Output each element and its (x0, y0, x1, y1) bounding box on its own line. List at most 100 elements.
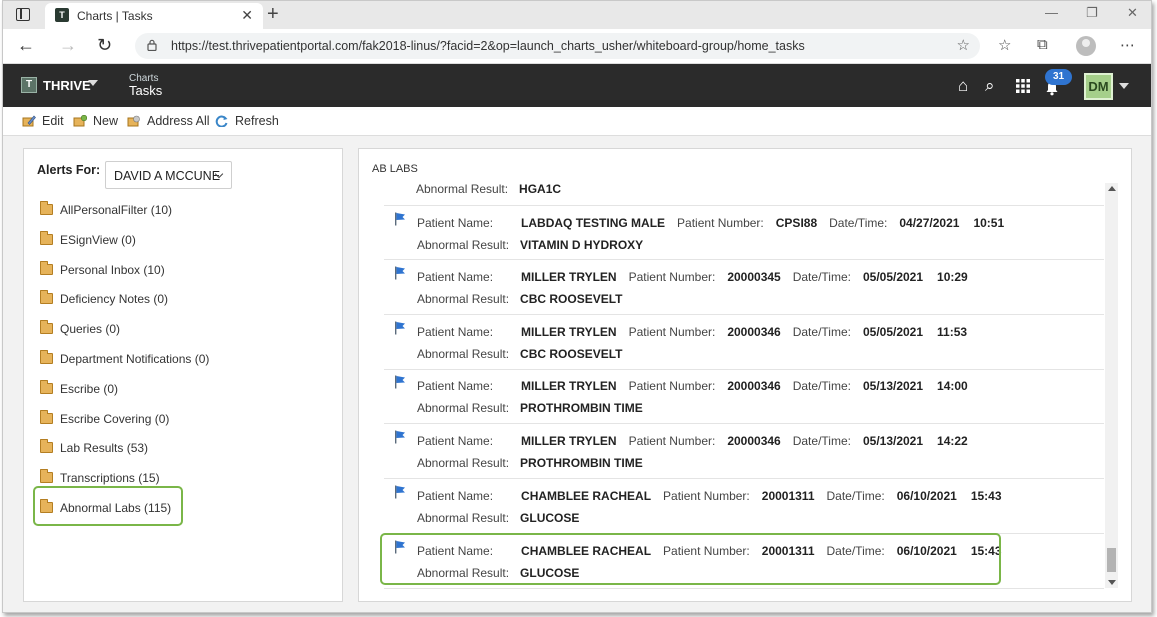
folder-label: Queries (0) (60, 322, 121, 337)
patient-name-label: Patient Name: (417, 324, 494, 339)
home-icon[interactable]: ⌂ (958, 76, 968, 96)
abnormal-result-value: HGA1C (519, 182, 562, 196)
folder-label: Escribe Covering (0) (60, 411, 170, 426)
add-favorite-icon[interactable]: ☆ (957, 36, 970, 54)
user-avatar[interactable]: DM (1084, 73, 1113, 100)
restore-icon[interactable]: ❐ (1086, 5, 1098, 21)
record-line-1: Patient Name: MILLER TRYLEN Patient Number… (417, 270, 968, 284)
scrollbar[interactable] (1105, 183, 1118, 588)
refresh-icon (215, 115, 228, 127)
alerts-panel: Alerts For: DAVID A MCCUNE AllPersonalFi… (23, 148, 343, 602)
user-select[interactable]: DAVID A MCCUNE (105, 161, 232, 189)
back-icon[interactable]: ← (17, 35, 35, 55)
patient-number: 20001311 (761, 489, 815, 503)
folder-label: Deficiency Notes (0) (60, 292, 169, 307)
patient-name-label: Patient Name: (417, 216, 494, 230)
abnormal-result-label: Abnormal Result: (417, 401, 510, 416)
address-all-button[interactable]: Address All (127, 114, 210, 128)
edit-icon (22, 115, 36, 127)
abnormal-result-value: CBC ROOSEVELT (520, 346, 623, 361)
record-time: 15:43 (970, 489, 1002, 503)
apps-grid-icon[interactable] (1016, 79, 1030, 93)
folder-icon (40, 379, 53, 394)
refresh-button[interactable]: Refresh (215, 114, 279, 128)
brand-name[interactable]: THRIVE (43, 78, 91, 93)
table-row[interactable]: Patient Name: MILLER TRYLEN Patient Number… (384, 315, 1104, 370)
folder-icon (40, 320, 53, 335)
refresh-label: Refresh (235, 114, 279, 128)
folder-icon (40, 260, 53, 275)
folder-label: ESignView (0) (60, 232, 136, 247)
table-row[interactable]: Patient Name: LABDAQ TESTING MALE Patient … (384, 205, 1104, 260)
patient-number-label: Patient Number: (628, 269, 716, 284)
new-tab-icon[interactable]: + (267, 3, 279, 25)
address-bar[interactable]: https://test.thrivepatientportal.com/fak… (135, 33, 980, 59)
record-line-2: Abnormal Result: GLUCOSE (417, 511, 579, 525)
record-line-2: Abnormal Result: PROTHROMBIN TIME (417, 401, 643, 415)
folder-label: Lab Results (53) (60, 441, 149, 456)
flag-icon[interactable] (394, 485, 406, 499)
record-line-1: Patient Name: MILLER TRYLEN Patient Number… (417, 434, 968, 448)
collections-icon[interactable]: ⧉ (1037, 36, 1048, 53)
close-tab-icon[interactable]: ✕ (241, 7, 253, 24)
patient-number-label: Patient Number: (628, 434, 716, 449)
scroll-up-icon[interactable] (1108, 186, 1116, 191)
abnormal-result-label: Abnormal Result: (417, 511, 510, 525)
patient-number-label: Patient Number: (677, 216, 764, 230)
record-line-2: Abnormal Result: VITAMIN D HYDROXY (417, 238, 643, 252)
brand-menu-caret-icon[interactable] (88, 80, 98, 86)
flag-icon[interactable] (394, 430, 406, 444)
partial-record[interactable]: Abnormal Result: HGA1C (416, 182, 561, 196)
table-row[interactable]: Patient Name: MILLER TRYLEN Patient Number… (384, 369, 1104, 425)
minimize-icon[interactable]: — (1045, 5, 1058, 20)
lock-icon (147, 39, 157, 51)
new-button[interactable]: New (73, 114, 118, 128)
edit-label: Edit (42, 114, 64, 128)
patient-number: 20000346 (727, 379, 781, 394)
thrive-logo-icon: T (21, 77, 37, 93)
forward-icon[interactable]: → (59, 35, 77, 55)
table-row[interactable]: Patient Name: MILLER TRYLEN Patient Number… (384, 424, 1104, 480)
window-close-icon[interactable]: ✕ (1127, 5, 1138, 21)
scroll-down-icon[interactable] (1108, 580, 1116, 585)
flag-icon[interactable] (394, 321, 406, 335)
table-row[interactable]: Patient Name: MILLER TRYLEN Patient Number… (384, 260, 1104, 315)
highlight-abnormal-labs (33, 486, 183, 526)
more-icon[interactable]: ⋯ (1120, 36, 1135, 54)
date-time-label: Date/Time: (792, 269, 851, 284)
browser-tab-strip: T Charts | Tasks ✕ + — ❐ ✕ (3, 1, 1151, 29)
user-menu-caret-icon[interactable] (1119, 83, 1129, 89)
date-time-label: Date/Time: (829, 216, 888, 230)
record-line-1: Patient Name: CHAMBLEE RACHEAL Patient Num… (417, 489, 1002, 503)
browser-tab[interactable]: T Charts | Tasks ✕ (45, 3, 263, 29)
patient-number: 20000346 (727, 434, 781, 449)
abnormal-result-label: Abnormal Result: (417, 456, 510, 471)
flag-icon[interactable] (394, 266, 406, 280)
abnormal-result-value: VITAMIN D HYDROXY (520, 238, 644, 252)
record-time: 10:51 (973, 216, 1005, 230)
table-row[interactable]: Patient Name: CHAMBLEE RACHEAL Patient Num… (384, 479, 1104, 534)
folder-label: Personal Inbox (10) (60, 262, 165, 277)
record-time: 14:22 (937, 434, 968, 449)
window-menu-icon[interactable] (16, 8, 30, 21)
notification-count-badge[interactable]: 31 (1045, 69, 1072, 85)
flag-icon[interactable] (394, 212, 406, 226)
profile-icon[interactable] (1076, 36, 1096, 56)
abnormal-result-value: CBC ROOSEVELT (520, 291, 623, 306)
folder-label: Transcriptions (15) (60, 471, 160, 486)
browser-toolbar: ← → ↻ https://test.thrivepatientportal.c… (3, 29, 1151, 64)
flag-icon[interactable] (394, 375, 406, 389)
search-icon[interactable]: ⌕ (985, 76, 995, 96)
patient-name: MILLER TRYLEN (521, 269, 617, 284)
reload-icon[interactable]: ↻ (97, 35, 112, 55)
scrollbar-thumb[interactable] (1107, 548, 1116, 572)
tab-title: Charts | Tasks (77, 9, 153, 23)
folder-icon (40, 469, 53, 484)
patient-number: 20000345 (727, 269, 781, 284)
date-time-label: Date/Time: (792, 324, 851, 339)
edit-button[interactable]: Edit (22, 114, 64, 128)
patient-name-label: Patient Name: (417, 434, 494, 449)
date-time-label: Date/Time: (826, 489, 885, 503)
thrive-favicon-icon: T (55, 8, 69, 22)
favorites-icon[interactable]: ☆ (998, 36, 1011, 54)
